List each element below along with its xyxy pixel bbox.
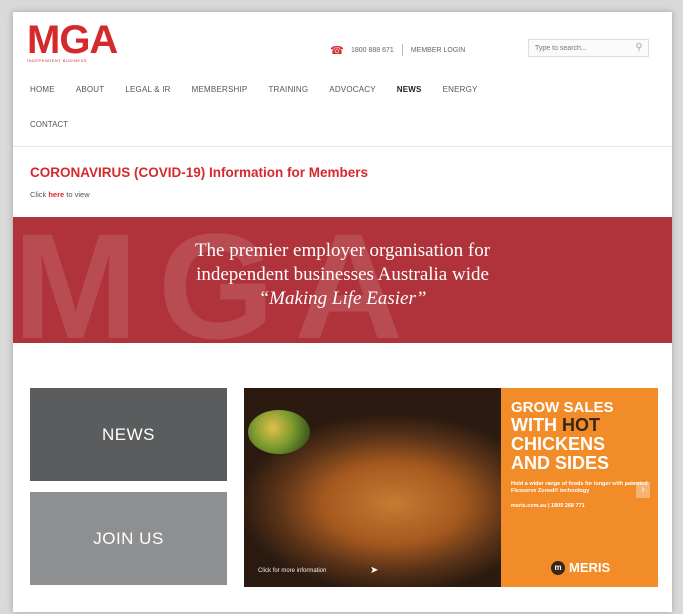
logo-text: MGA: [27, 18, 118, 62]
nav-item-home[interactable]: HOME: [30, 85, 55, 94]
main-nav: HOME ABOUT LEGAL & IR MEMBERSHIP TRAININ…: [30, 85, 499, 94]
covid-notice-text: Click here to view: [30, 190, 90, 199]
banner-tagline: “Making Life Easier”: [258, 288, 427, 309]
phone-number[interactable]: 1800 888 671: [351, 47, 394, 54]
news-tile[interactable]: NEWS: [30, 388, 227, 481]
ad-contact: meris.com.au | 1800 268 771: [511, 503, 585, 509]
meris-logo: m MERIS: [551, 560, 610, 575]
nav-item-membership[interactable]: MEMBERSHIP: [192, 85, 248, 94]
cursor-icon: ➤: [370, 565, 379, 576]
salad-bowl-image: [248, 410, 310, 454]
ad-headline-1: GROW SALES: [511, 399, 614, 416]
meris-logo-icon: m: [551, 560, 565, 575]
nav-item-about[interactable]: ABOUT: [76, 85, 105, 94]
utility-bar: ☎ 1800 888 671 MEMBER LOGIN: [330, 44, 465, 57]
banner-line-2: independent businesses Australia wide: [196, 264, 489, 285]
search-icon[interactable]: ⚲: [632, 41, 646, 55]
ad-caption[interactable]: Click for more information: [258, 568, 326, 574]
nav-item-news[interactable]: NEWS: [397, 85, 422, 94]
ad-headline-4: AND SIDES: [511, 453, 610, 473]
search-input[interactable]: [528, 39, 649, 57]
covid-notice-title: CORONAVIRUS (COVID-19) Information for M…: [30, 165, 369, 180]
notice-here-link[interactable]: here: [48, 190, 64, 199]
ad-with: WITH: [511, 415, 557, 435]
nav-item-advocacy[interactable]: ADVOCACY: [329, 85, 376, 94]
divider: [401, 44, 403, 56]
ad-headline-2: WITH HOT: [511, 416, 648, 435]
phone-icon: ☎: [330, 44, 344, 57]
member-login-link[interactable]: MEMBER LOGIN: [411, 47, 465, 54]
join-us-tile[interactable]: JOIN US: [30, 492, 227, 585]
nav-item-energy[interactable]: ENERGY: [443, 85, 478, 94]
ad-hot: HOT: [562, 415, 600, 435]
hero-banner: MGA The premier employer organisation fo…: [13, 217, 672, 343]
header-divider: [13, 146, 672, 147]
meris-advertisement[interactable]: Click for more information ➤ GROW SALES …: [244, 388, 658, 587]
notice-suffix: to view: [64, 190, 90, 199]
carousel-next-arrow-icon[interactable]: ›: [636, 482, 650, 498]
mga-logo[interactable]: MGA INDEPENDENT BUSINESS: [27, 18, 118, 63]
page-frame: MGA INDEPENDENT BUSINESS ☎ 1800 888 671 …: [13, 12, 672, 612]
ad-description: Hold a wider range of foods for longer w…: [511, 481, 648, 494]
banner-text: The premier employer organisation for in…: [13, 239, 672, 311]
notice-prefix: Click: [30, 190, 49, 199]
nav-item-legal[interactable]: LEGAL & IR: [125, 85, 170, 94]
ad-text-panel: GROW SALES WITH HOT CHICKENS AND SIDES H…: [501, 388, 658, 587]
ad-headline-3: CHICKENS: [511, 434, 606, 454]
nav-item-contact[interactable]: CONTACT: [30, 120, 68, 129]
banner-line-1: The premier employer organisation for: [194, 240, 491, 261]
nav-item-training[interactable]: TRAINING: [268, 85, 308, 94]
meris-brand-text: MERIS: [569, 560, 611, 575]
